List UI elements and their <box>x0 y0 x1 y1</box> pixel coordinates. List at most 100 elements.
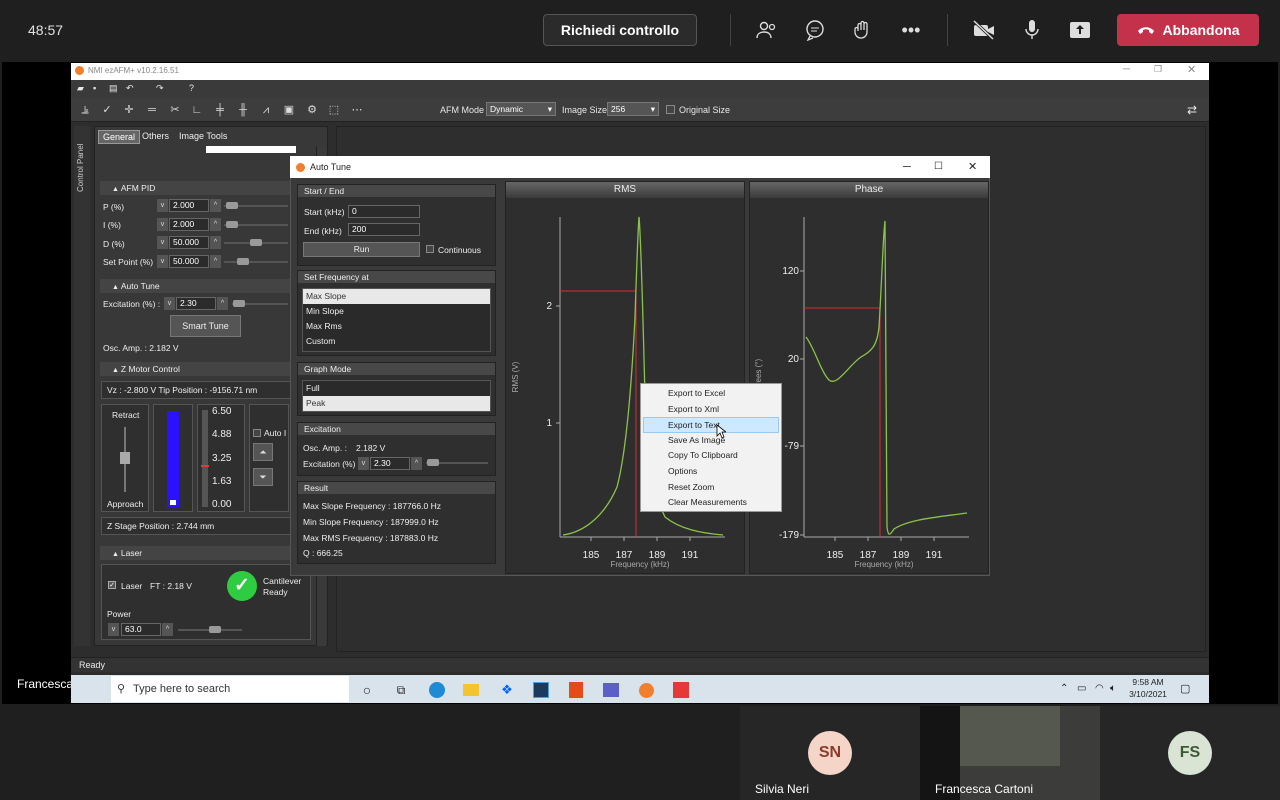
laser-checkbox[interactable]: ✓ <box>108 581 116 589</box>
line-tool-icon[interactable]: ═ <box>145 103 159 117</box>
menu-item-reset-zoom[interactable]: Reset Zoom <box>641 480 781 496</box>
print-icon[interactable]: ▤ <box>109 83 118 94</box>
cortana-icon[interactable]: ○ <box>357 680 377 700</box>
list-item[interactable]: Custom <box>303 334 490 349</box>
profile-tool-icon[interactable]: ⩘ <box>259 103 273 117</box>
decrement-icon[interactable]: v <box>157 199 168 212</box>
office-icon[interactable] <box>566 680 586 700</box>
end-input[interactable]: 200 <box>348 223 420 236</box>
camera-tool-icon[interactable]: ▣ <box>282 103 296 117</box>
file-explorer-icon[interactable] <box>461 680 481 700</box>
excitation-slider-thumb[interactable] <box>233 300 245 307</box>
dlg-excitation-slider-thumb[interactable] <box>427 459 439 466</box>
d-input[interactable]: 50.000 <box>169 236 209 249</box>
minimize-icon[interactable]: ─ <box>903 156 911 178</box>
list-item[interactable]: Max Slope <box>303 289 490 304</box>
i-input[interactable]: 2.000 <box>169 218 209 231</box>
auto-tune-header[interactable]: ▲ Auto Tune <box>100 279 314 293</box>
taskbar-search[interactable]: ⚲ Type here to search <box>111 676 349 702</box>
layout-switch-icon[interactable]: ⇄ <box>1187 103 1197 117</box>
tab-general[interactable]: General <box>98 130 141 144</box>
decrement-icon[interactable]: v <box>157 255 168 268</box>
increment-icon[interactable]: ^ <box>210 236 221 249</box>
teams-icon[interactable] <box>601 680 621 700</box>
retract-label[interactable]: Retract <box>112 410 139 420</box>
p-input[interactable]: 2.000 <box>169 199 209 212</box>
decrement-icon[interactable]: v <box>157 236 168 249</box>
leave-button[interactable]: Abbandona <box>1117 14 1259 46</box>
dlg-excitation-input[interactable]: 2.30 <box>370 457 410 470</box>
crosshair-tool-icon[interactable]: ✛ <box>122 103 136 117</box>
image-size-select[interactable]: 256 ▾ <box>607 102 659 116</box>
set-point-input[interactable]: 50.000 <box>169 255 209 268</box>
tab-others[interactable]: Others <box>142 131 169 141</box>
chart-tool-icon[interactable]: ⫡ <box>78 103 92 117</box>
participant-tile[interactable]: FS <box>1100 706 1280 800</box>
clock-time[interactable]: 9:58 AM <box>1130 677 1166 687</box>
move-down-button[interactable]: ⏷ <box>253 468 273 486</box>
decrement-icon[interactable]: v <box>164 297 175 310</box>
increment-icon[interactable]: ^ <box>162 623 173 636</box>
increment-icon[interactable]: ^ <box>210 199 221 212</box>
tab-image-tools[interactable]: Image Tools <box>179 131 227 141</box>
menu-item-export-excel[interactable]: Export to Excel <box>641 386 781 402</box>
help-icon[interactable]: ? <box>189 83 194 93</box>
clock-date[interactable]: 3/10/2021 <box>1128 689 1168 699</box>
close-icon[interactable]: ✕ <box>1187 63 1196 76</box>
increment-icon[interactable]: ^ <box>411 457 422 470</box>
power-slider-thumb[interactable] <box>209 626 221 633</box>
participant-video-tile[interactable]: Francesca Cartoni <box>920 706 1100 800</box>
list-item[interactable]: Max Rms <box>303 319 490 334</box>
save-icon[interactable]: ▪ <box>93 83 96 93</box>
phase-chart[interactable]: 120 20 -79 -179 185 187 189 191 Frequenc… <box>749 197 989 574</box>
increment-icon[interactable]: ^ <box>210 218 221 231</box>
menu-item-options[interactable]: Options <box>641 464 781 480</box>
participant-tile[interactable]: SN Silvia Neri <box>740 706 920 800</box>
list-item[interactable]: Peak <box>303 396 490 411</box>
app-icon[interactable] <box>531 680 551 700</box>
redo-icon[interactable]: ↷ <box>156 83 164 94</box>
laser-header[interactable]: ▲ Laser <box>100 546 314 560</box>
approach-slider-thumb[interactable] <box>120 452 130 464</box>
auto-checkbox[interactable] <box>253 429 261 437</box>
menu-item-clear-measurements[interactable]: Clear Measurements <box>641 495 781 511</box>
run-button[interactable]: Run <box>303 242 420 257</box>
i-slider-thumb[interactable] <box>226 221 238 228</box>
request-control-button[interactable]: Richiedi controllo <box>543 14 697 46</box>
close-icon[interactable]: ✕ <box>968 156 977 178</box>
p-slider-thumb[interactable] <box>226 202 238 209</box>
scan-tool-icon[interactable]: ⋯ <box>350 103 364 117</box>
minimize-icon[interactable]: ─ <box>1123 64 1130 75</box>
maximize-icon[interactable]: ☐ <box>934 156 943 178</box>
notifications-icon[interactable]: ▢ <box>1180 682 1190 695</box>
undo-icon[interactable]: ↶ <box>126 83 134 94</box>
angle-tool-icon[interactable]: ∟ <box>190 103 204 117</box>
restore-icon[interactable]: ❐ <box>1154 64 1162 75</box>
list-item[interactable]: Min Slope <box>303 304 490 319</box>
afm-mode-select[interactable]: Dynamic ▾ <box>486 102 556 116</box>
z-motor-header[interactable]: ▲ Z Motor Control <box>100 362 314 376</box>
dropbox-icon[interactable]: ❖ <box>497 680 517 700</box>
set-point-slider[interactable] <box>224 261 288 263</box>
menu-item-save-image[interactable]: Save As Image <box>641 433 781 449</box>
settings-gear-icon[interactable]: ⚙ <box>305 103 319 117</box>
check-tool-icon[interactable]: ✓ <box>100 103 114 117</box>
participants-icon[interactable] <box>755 18 779 42</box>
menu-item-export-xml[interactable]: Export to Xml <box>641 402 781 418</box>
continuous-checkbox[interactable] <box>426 245 434 253</box>
decrement-icon[interactable]: v <box>358 457 369 470</box>
start-input[interactable]: 0 <box>348 205 420 218</box>
tray-chevron-icon[interactable]: ⌃ <box>1060 683 1068 694</box>
smart-tune-button[interactable]: Smart Tune <box>170 315 241 337</box>
power-input[interactable]: 63.0 <box>121 623 161 636</box>
share-screen-icon[interactable] <box>1068 18 1092 42</box>
axis-tool-icon[interactable]: ╫ <box>236 103 250 117</box>
volume-icon[interactable]: 🔈︎ <box>1110 683 1116 694</box>
d-slider-thumb[interactable] <box>250 239 262 246</box>
approach-label[interactable]: Approach <box>107 499 143 509</box>
decrement-icon[interactable]: v <box>108 623 119 636</box>
wifi-icon[interactable]: ◠ <box>1095 683 1104 694</box>
increment-icon[interactable]: ^ <box>210 255 221 268</box>
network-icon[interactable]: ▭ <box>1077 683 1086 694</box>
more-options-icon[interactable]: ••• <box>899 18 923 42</box>
